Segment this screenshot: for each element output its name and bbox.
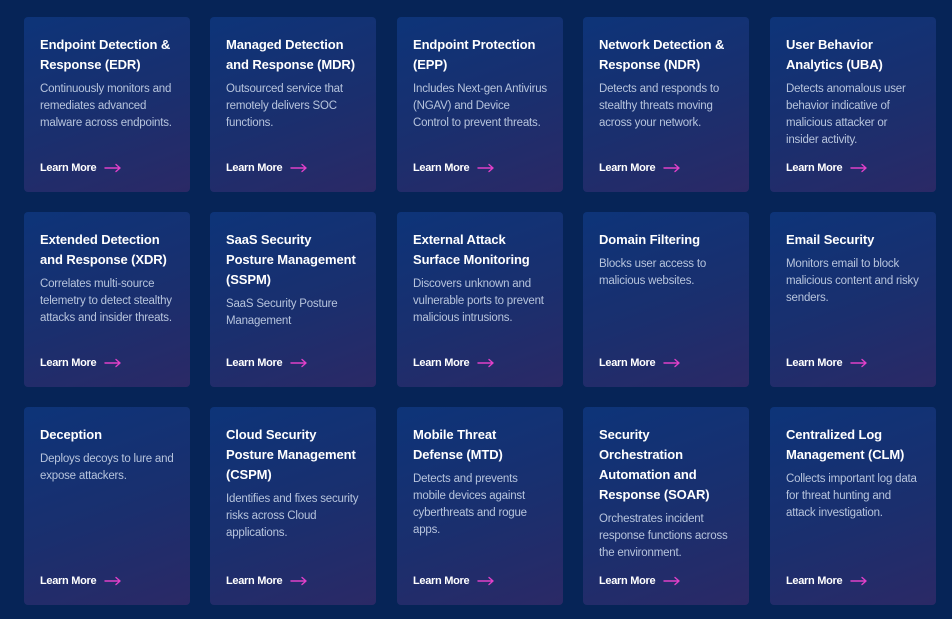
card-mtd: Mobile Threat Defense (MTD) Detects and … [397,407,563,605]
card-domain-filtering: Domain Filtering Blocks user access to m… [583,212,749,387]
card-description: Outsourced service that remotely deliver… [226,83,343,129]
card-uba: User Behavior Analytics (UBA) Detects an… [770,17,936,192]
arrow-right-icon [663,576,680,586]
learn-more-link[interactable]: Learn More [599,162,681,174]
learn-more-link[interactable]: Learn More [599,575,681,587]
learn-more-label: Learn More [413,575,470,587]
arrow-right-icon [290,358,307,368]
learn-more-label: Learn More [226,575,283,587]
card-title: Network Detection & Response (NDR) [599,37,725,72]
card-ndr: Network Detection & Response (NDR) Detec… [583,17,749,192]
learn-more-link[interactable]: Learn More [786,357,868,369]
arrow-right-icon [104,163,121,173]
learn-more-label: Learn More [599,162,656,174]
card-description: Monitors email to block malicious conten… [786,258,919,304]
card-cspm: Cloud Security Posture Management (CSPM)… [210,407,376,605]
card-epp: Endpoint Protection (EPP) Includes Next-… [397,17,563,192]
card-soar: Security Orchestration Automation and Re… [583,407,749,605]
learn-more-label: Learn More [786,162,843,174]
arrow-right-icon [104,358,121,368]
learn-more-link[interactable]: Learn More [226,575,308,587]
learn-more-link[interactable]: Learn More [786,575,868,587]
card-description: Continuously monitors and remediates adv… [40,83,172,129]
arrow-right-icon [104,576,121,586]
card-mdr: Managed Detection and Response (MDR) Out… [210,17,376,192]
card-title: External Attack Surface Monitoring [413,232,530,267]
card-description: Detects and responds to stealthy threats… [599,83,720,129]
learn-more-label: Learn More [786,575,843,587]
arrow-right-icon [477,358,494,368]
learn-more-link[interactable]: Learn More [786,162,868,174]
arrow-right-icon [290,163,307,173]
learn-more-label: Learn More [226,162,283,174]
card-email-security: Email Security Monitors email to block m… [770,212,936,387]
learn-more-label: Learn More [226,357,283,369]
arrow-right-icon [663,358,680,368]
card-sspm: SaaS Security Posture Management (SSPM) … [210,212,376,387]
learn-more-link[interactable]: Learn More [226,162,308,174]
card-title: SaaS Security Posture Management (SSPM) [226,232,356,287]
arrow-right-icon [850,163,867,173]
card-title: Managed Detection and Response (MDR) [226,37,355,72]
card-description: Correlates multi-source telemetry to det… [40,278,172,324]
card-title: Centralized Log Management (CLM) [786,427,905,462]
card-description: SaaS Security Posture Management [226,298,338,327]
arrow-right-icon [477,576,494,586]
learn-more-link[interactable]: Learn More [413,575,495,587]
card-easm: External Attack Surface Monitoring Disco… [397,212,563,387]
card-description: Collects important log data for threat h… [786,473,917,519]
arrow-right-icon [850,576,867,586]
card-title: Security Orchestration Automation and Re… [599,427,710,502]
card-description: Includes Next-gen Antivirus (NGAV) and D… [413,83,547,129]
card-description: Deploys decoys to lure and expose attack… [40,453,174,482]
solutions-grid: Endpoint Detection & Response (EDR) Cont… [0,0,952,619]
arrow-right-icon [850,358,867,368]
learn-more-link[interactable]: Learn More [413,357,495,369]
card-clm: Centralized Log Management (CLM) Collect… [770,407,936,605]
card-description: Identifies and fixes security risks acro… [226,493,359,539]
card-deception: Deception Deploys decoys to lure and exp… [24,407,190,605]
card-title: Cloud Security Posture Management (CSPM) [226,427,356,482]
learn-more-label: Learn More [413,162,470,174]
arrow-right-icon [290,576,307,586]
card-xdr: Extended Detection and Response (XDR) Co… [24,212,190,387]
card-title: User Behavior Analytics (UBA) [786,37,883,72]
learn-more-link[interactable]: Learn More [413,162,495,174]
learn-more-label: Learn More [413,357,470,369]
learn-more-label: Learn More [40,575,97,587]
arrow-right-icon [663,163,680,173]
learn-more-link[interactable]: Learn More [40,357,122,369]
card-title: Email Security [786,232,875,247]
card-description: Blocks user access to malicious websites… [599,258,707,287]
learn-more-label: Learn More [599,575,656,587]
card-description: Detects and prevents mobile devices agai… [413,473,527,536]
learn-more-label: Learn More [40,162,97,174]
learn-more-label: Learn More [40,357,97,369]
learn-more-link[interactable]: Learn More [226,357,308,369]
learn-more-label: Learn More [599,357,656,369]
card-description: Detects anomalous user behavior indicati… [786,83,906,146]
card-edr: Endpoint Detection & Response (EDR) Cont… [24,17,190,192]
card-description: Discovers unknown and vulnerable ports t… [413,278,544,324]
card-title: Endpoint Detection & Response (EDR) [40,37,171,72]
learn-more-link[interactable]: Learn More [599,357,681,369]
card-description: Orchestrates incident response functions… [599,513,728,559]
learn-more-link[interactable]: Learn More [40,575,122,587]
card-title: Mobile Threat Defense (MTD) [413,427,503,462]
card-title: Extended Detection and Response (XDR) [40,232,167,267]
card-title: Endpoint Protection (EPP) [413,37,536,72]
learn-more-label: Learn More [786,357,843,369]
learn-more-link[interactable]: Learn More [40,162,122,174]
card-title: Domain Filtering [599,232,700,247]
card-title: Deception [40,427,102,442]
arrow-right-icon [477,163,494,173]
